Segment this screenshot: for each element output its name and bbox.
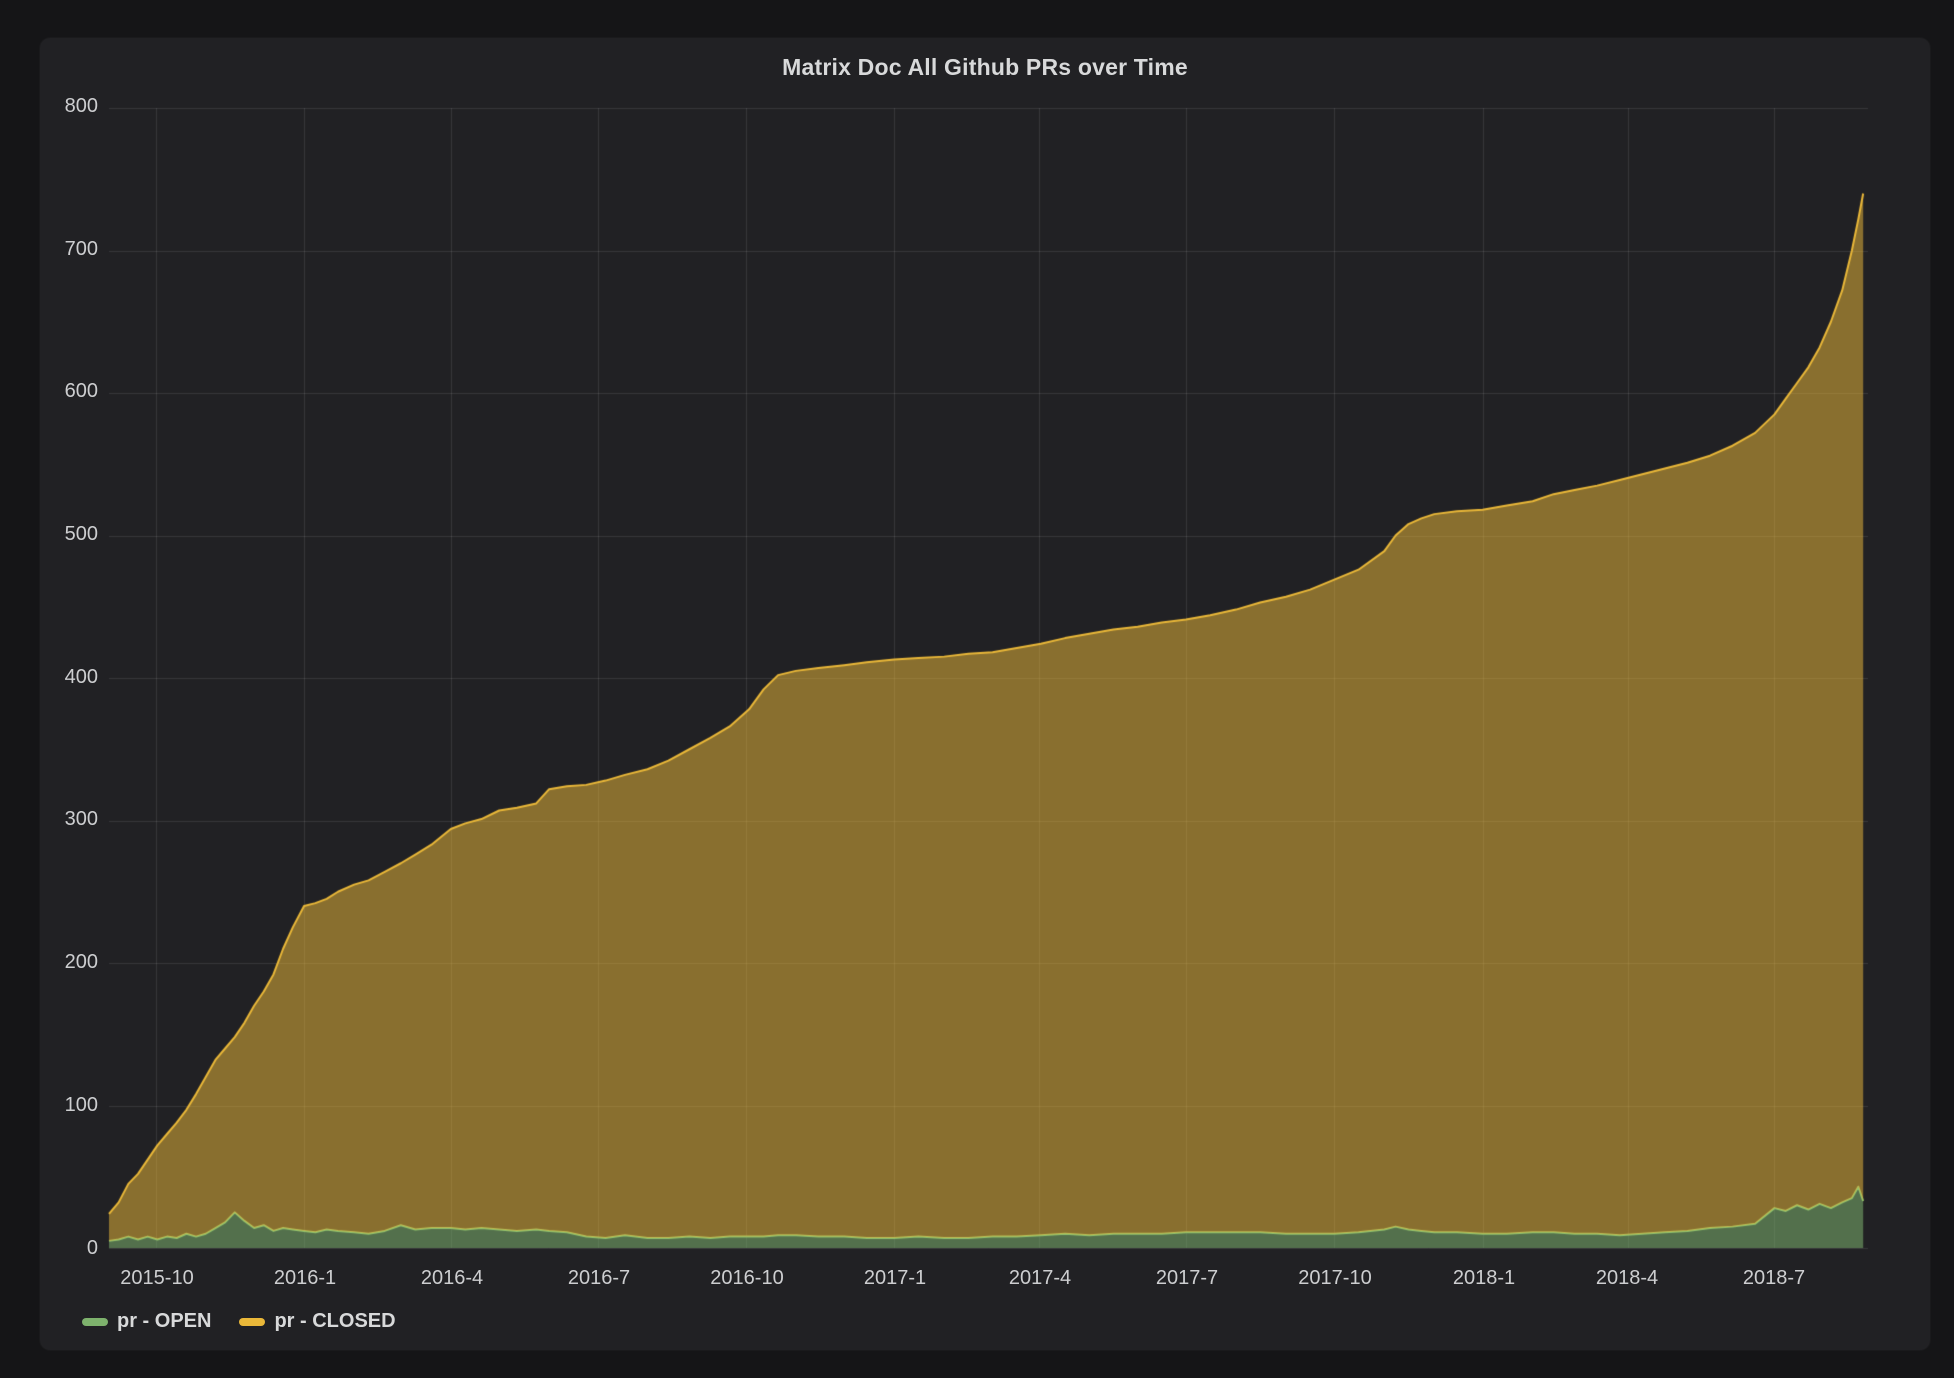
y-tick-label: 400 [40, 666, 98, 688]
x-tick-label: 2015-10 [87, 1266, 227, 1290]
legend-item-pr-open[interactable]: pr - OPEN [82, 1310, 211, 1333]
legend: pr - OPEN pr - CLOSED [82, 1310, 396, 1333]
x-tick-label: 2016-10 [677, 1266, 817, 1290]
x-tick-label: 2017-1 [825, 1266, 965, 1290]
x-tick-label: 2016-4 [382, 1266, 522, 1290]
y-tick-label: 200 [40, 951, 98, 973]
x-tick-label: 2017-7 [1117, 1266, 1257, 1290]
page-background: { "panel": { "title": "Matrix Doc All Gi… [0, 0, 1954, 1378]
y-tick-label: 600 [40, 380, 98, 402]
y-tick-label: 100 [40, 1094, 98, 1116]
legend-item-pr-closed[interactable]: pr - CLOSED [239, 1310, 395, 1333]
y-tick-label: 700 [40, 238, 98, 260]
legend-label-open: pr - OPEN [117, 1310, 211, 1333]
series-swatch-open-icon [82, 1318, 108, 1326]
y-tick-label: 300 [40, 808, 98, 830]
y-tick-label: 500 [40, 523, 98, 545]
x-tick-label: 2018-1 [1414, 1266, 1554, 1290]
series-swatch-closed-icon [239, 1318, 265, 1326]
x-tick-label: 2016-7 [529, 1266, 669, 1290]
y-tick-label: 800 [40, 95, 98, 117]
x-tick-label: 2017-10 [1265, 1266, 1405, 1290]
y-tick-label: 0 [40, 1237, 98, 1259]
x-tick-label: 2018-4 [1557, 1266, 1697, 1290]
x-tick-label: 2016-1 [235, 1266, 375, 1290]
x-tick-label: 2017-4 [970, 1266, 1110, 1290]
x-tick-label: 2018-7 [1704, 1266, 1844, 1290]
chart-canvas[interactable] [40, 38, 1930, 1350]
legend-label-closed: pr - CLOSED [274, 1310, 395, 1333]
grafana-panel: Matrix Doc All Github PRs over Time 800 … [40, 38, 1930, 1350]
